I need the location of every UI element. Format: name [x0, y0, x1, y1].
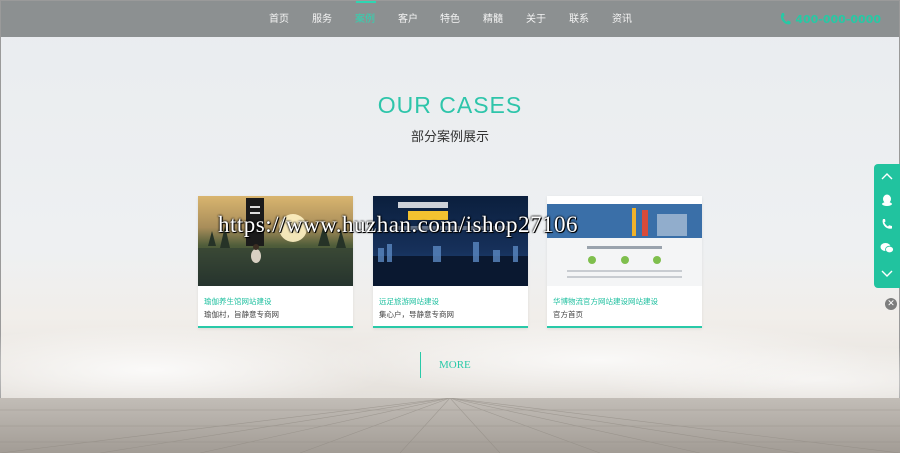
nav-item-features[interactable]: 特色 — [430, 1, 470, 37]
phone-icon — [882, 219, 892, 229]
case-title[interactable]: 瑜伽养生馆网站建设 — [204, 296, 272, 307]
nav-item-clients[interactable]: 客户 — [388, 1, 428, 37]
more-button[interactable]: MORE — [420, 352, 471, 378]
phone-icon — [781, 13, 791, 25]
section-title: OUR CASES — [377, 92, 523, 118]
nav-item-cases[interactable]: 案例 — [345, 1, 385, 37]
case-title[interactable]: 华博物流官方网站建设网站建设 — [553, 296, 658, 307]
travel-scene — [373, 202, 528, 286]
scroll-down-button[interactable] — [874, 262, 900, 286]
case-desc: 官方首页 — [553, 310, 583, 319]
case-desc: 集心户，导静意专商网 — [379, 310, 454, 319]
case-image-yoga[interactable] — [198, 196, 353, 286]
qq-button[interactable] — [874, 188, 900, 212]
nav-item-contact[interactable]: 联系 — [559, 1, 599, 37]
nav-item-services[interactable]: 服务 — [302, 1, 342, 37]
top-nav: 首页 服务 案例 客户 特色 精髓 关于 联系 资讯 400-000-0000 — [1, 1, 899, 37]
scroll-up-button[interactable] — [874, 164, 900, 188]
section-subtitle: 部分案例展示 — [410, 130, 489, 145]
wood-deck-background — [0, 398, 900, 453]
chevron-down-icon — [881, 270, 893, 277]
wechat-icon — [880, 243, 894, 254]
nav-item-essence[interactable]: 精髓 — [473, 1, 513, 37]
phone-number[interactable]: 400-000-0000 — [779, 12, 881, 26]
phone-button[interactable] — [874, 212, 900, 236]
nav-item-news[interactable]: 资讯 — [602, 1, 642, 37]
phone-text: 400-000-0000 — [795, 13, 881, 26]
qq-icon — [882, 194, 892, 206]
case-title[interactable]: 远足旅游网站建设 — [379, 296, 439, 307]
watermark-url: https://www.huzhan.com/ishop27106 — [218, 212, 578, 237]
close-icon[interactable]: ✕ — [885, 298, 897, 310]
wood-planks — [0, 398, 900, 453]
logistics-site-preview — [547, 196, 702, 278]
yoga-scene — [198, 198, 353, 286]
nav-item-about[interactable]: 关于 — [516, 1, 556, 37]
wechat-button[interactable] — [874, 236, 900, 260]
case-image-travel[interactable] — [373, 196, 528, 286]
case-desc: 瑜伽村，旨静意专商网 — [204, 310, 279, 319]
case-image-logistics[interactable] — [547, 196, 702, 286]
nav-item-home[interactable]: 首页 — [259, 1, 299, 37]
chevron-up-icon — [881, 173, 893, 180]
side-toolbar — [874, 164, 900, 288]
